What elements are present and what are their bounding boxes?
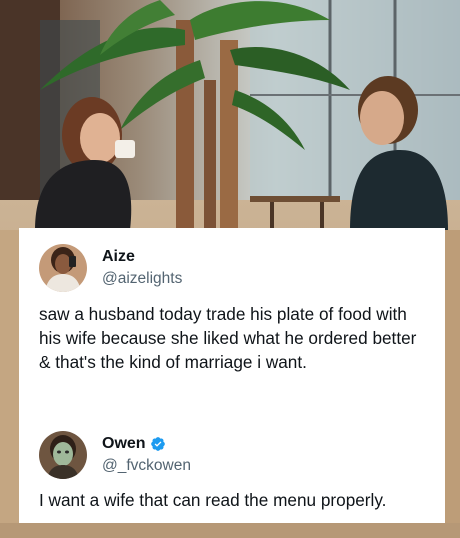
user-handle[interactable]: @_fvckowen: [102, 456, 191, 476]
verified-badge-icon: [150, 436, 166, 452]
tweet-text: I want a wife that can read the menu pro…: [39, 490, 387, 510]
avatar[interactable]: [39, 431, 87, 479]
tweet-author: Aize @aizelights: [102, 247, 182, 289]
tweet-card-owen[interactable]: Owen @_fvckowen I want a wife that can r…: [19, 423, 445, 523]
display-name-text[interactable]: Aize: [102, 247, 135, 267]
display-name[interactable]: Owen: [102, 434, 191, 454]
tweet-header: Aize @aizelights: [39, 242, 182, 294]
avatar[interactable]: [39, 244, 87, 292]
display-name[interactable]: Aize: [102, 247, 182, 267]
display-name-text[interactable]: Owen: [102, 434, 146, 454]
tweet-card-aize[interactable]: Aize @aizelights saw a husband today tra…: [19, 228, 445, 423]
user-handle[interactable]: @aizelights: [102, 269, 182, 289]
tweet-text: saw a husband today trade his plate of f…: [39, 304, 417, 372]
tweet-header: Owen @_fvckowen: [39, 429, 191, 481]
tweet-author: Owen @_fvckowen: [102, 434, 191, 476]
